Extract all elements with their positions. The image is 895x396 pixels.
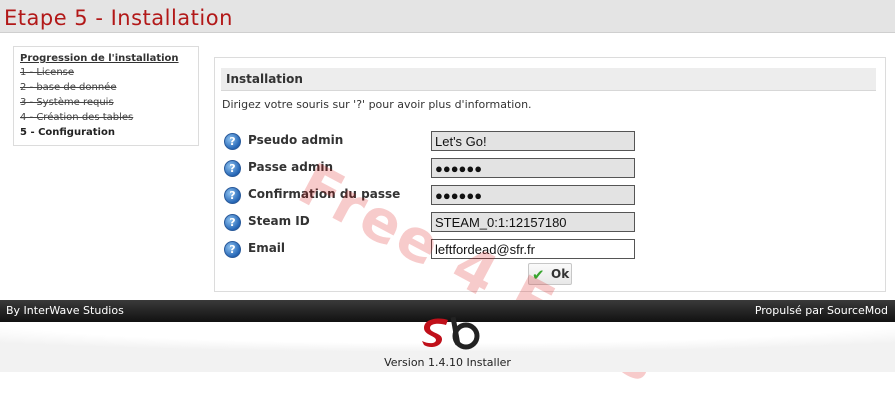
sourcebans-logo-icon — [422, 316, 480, 350]
email-input[interactable] — [431, 239, 635, 259]
form-row-email: ? Email — [224, 239, 644, 261]
help-icon[interactable]: ? — [224, 133, 241, 150]
confirm-password-input[interactable] — [431, 185, 635, 205]
form-row-pseudo: ? Pseudo admin — [224, 131, 644, 153]
ok-button-label: Ok — [551, 267, 570, 281]
footer-powered-by: Propulsé par SourceMod — [754, 304, 888, 317]
email-label: Email — [248, 241, 286, 255]
footer-credit: By InterWave Studios — [6, 304, 124, 317]
progress-step-tables: 4 - Création des tables — [20, 112, 134, 123]
help-icon[interactable]: ? — [224, 241, 241, 258]
form-row-password-confirm: ? Confirmation du passe — [224, 185, 644, 207]
passe-admin-label: Passe admin — [248, 160, 334, 174]
panel-title: Installation — [226, 72, 303, 86]
progress-step-configuration: 5 - Configuration — [20, 127, 115, 138]
panel-description: Dirigez votre souris sur '?' pour avoir … — [222, 98, 532, 111]
pseudo-admin-label: Pseudo admin — [248, 133, 344, 147]
progress-step-database: 2 - base de donnée — [20, 82, 117, 93]
form-row-password: ? Passe admin — [224, 158, 644, 180]
panel-header: Installation — [221, 68, 876, 91]
page-title: Etape 5 - Installation — [4, 6, 233, 30]
help-icon[interactable]: ? — [224, 160, 241, 177]
progress-heading: Progression de l'installation — [20, 53, 179, 64]
steam-id-label: Steam ID — [248, 214, 310, 228]
steam-id-input[interactable] — [431, 212, 635, 232]
installation-panel: Installation Dirigez votre souris sur '?… — [214, 57, 886, 292]
pseudo-admin-input[interactable] — [431, 131, 635, 151]
version-text: Version 1.4.10 Installer — [384, 356, 511, 369]
page-header: Etape 5 - Installation — [0, 0, 895, 33]
progress-step-requirements: 3 - Système requis — [20, 97, 114, 108]
progress-step-license: 1 - License — [20, 67, 75, 78]
form-row-steamid: ? Steam ID — [224, 212, 644, 234]
passe-admin-input[interactable] — [431, 158, 635, 178]
checkmark-icon: ✔ — [532, 266, 545, 284]
help-icon[interactable]: ? — [224, 187, 241, 204]
confirm-password-label: Confirmation du passe — [248, 187, 401, 201]
install-progress-sidebar: Progression de l'installation 1 - Licens… — [13, 46, 199, 146]
ok-button[interactable]: ✔ Ok — [528, 263, 572, 285]
help-icon[interactable]: ? — [224, 214, 241, 231]
